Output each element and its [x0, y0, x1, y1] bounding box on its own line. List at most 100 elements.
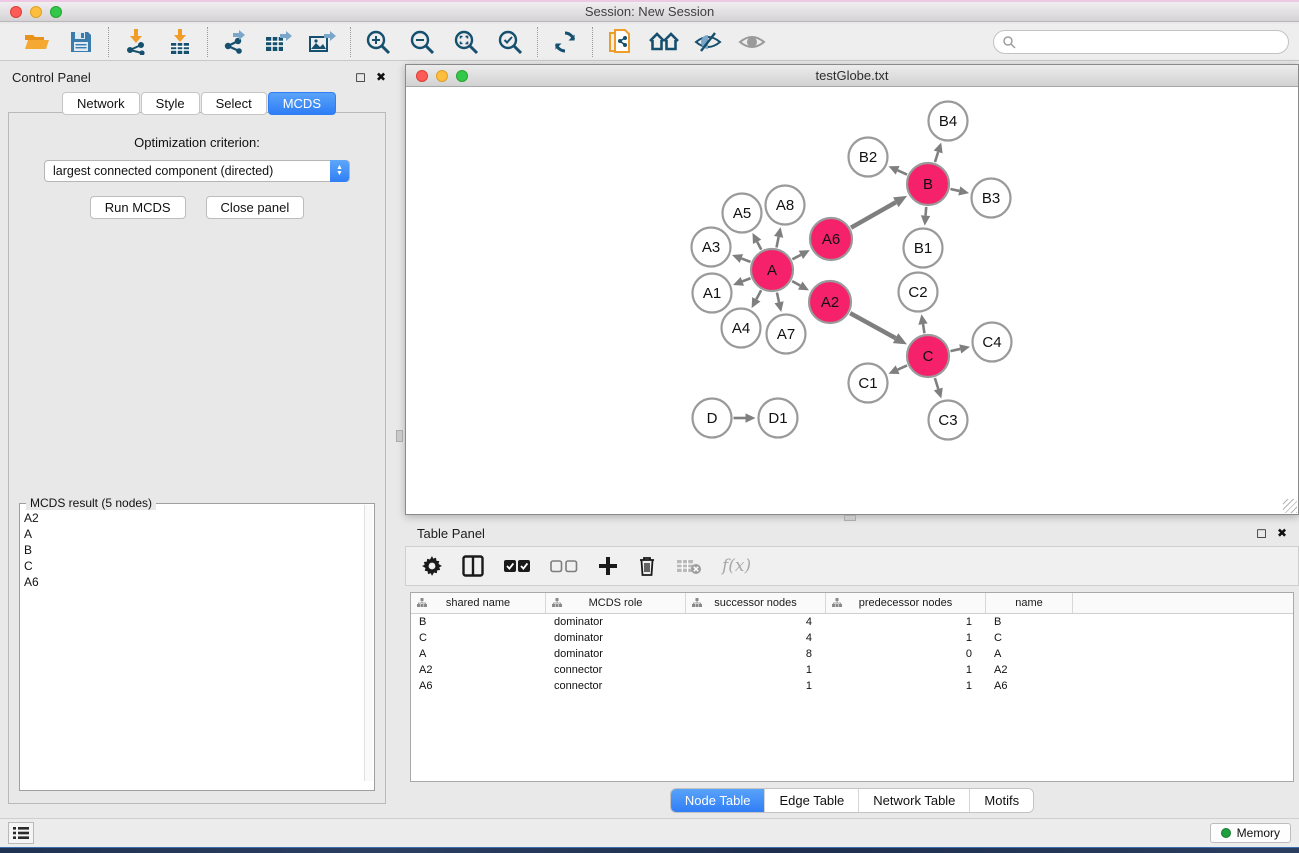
columns-icon[interactable]: [462, 551, 484, 581]
edge-A-A4[interactable]: [756, 290, 761, 299]
zoom-fit-icon[interactable]: [451, 28, 481, 56]
cell-predecessor-nodes[interactable]: 1: [826, 664, 986, 676]
refresh-icon[interactable]: [550, 28, 580, 56]
zoom-window-button[interactable]: [50, 6, 62, 18]
zoom-selected-icon[interactable]: [495, 28, 525, 56]
cell-predecessor-nodes[interactable]: 1: [826, 680, 986, 692]
edge-A2-C[interactable]: [850, 313, 895, 338]
export-image-icon[interactable]: [308, 28, 338, 56]
column-header-MCDS-role[interactable]: MCDS role: [546, 593, 686, 613]
cell-successor-nodes[interactable]: 4: [686, 632, 826, 644]
cell-successor-nodes[interactable]: 1: [686, 680, 826, 692]
zoom-out-icon[interactable]: [407, 28, 437, 56]
column-header-predecessor-nodes[interactable]: predecessor nodes: [826, 593, 986, 613]
table-row[interactable]: A6connector11A6: [411, 678, 1293, 694]
clone-network-icon[interactable]: [605, 28, 635, 56]
edge-A-A8[interactable]: [777, 237, 779, 248]
edge-A-A6[interactable]: [792, 255, 801, 259]
table-close-panel-icon[interactable]: ✖: [1277, 526, 1287, 540]
export-table-icon[interactable]: [264, 28, 294, 56]
export-network-icon[interactable]: [220, 28, 250, 56]
edge-C-C4[interactable]: [950, 349, 960, 351]
edge-B-B1[interactable]: [926, 207, 927, 216]
save-icon[interactable]: [66, 28, 96, 56]
network-close-button[interactable]: [416, 70, 428, 82]
edge-A6-B[interactable]: [851, 202, 896, 227]
cell-successor-nodes[interactable]: 8: [686, 648, 826, 660]
edge-A-A7[interactable]: [777, 292, 779, 302]
cell-shared-name[interactable]: A2: [411, 664, 546, 676]
tab-network-table[interactable]: Network Table: [859, 789, 970, 812]
task-history-button[interactable]: [8, 822, 34, 844]
edge-C-C3[interactable]: [935, 378, 938, 389]
edge-A-A1[interactable]: [742, 278, 750, 281]
column-header-shared-name[interactable]: shared name: [411, 593, 546, 613]
tab-network[interactable]: Network: [62, 92, 140, 115]
search-input[interactable]: [1016, 35, 1288, 49]
float-panel-icon[interactable]: ◻: [355, 69, 366, 85]
search-field[interactable]: [993, 30, 1289, 54]
network-window-titlebar[interactable]: testGlobe.txt: [406, 65, 1298, 87]
mcds-result-item[interactable]: A2: [24, 510, 372, 526]
criterion-select[interactable]: largest connected component (directed) ▲…: [44, 160, 350, 182]
column-header-successor-nodes[interactable]: successor nodes: [686, 593, 826, 613]
table-row[interactable]: A2connector11A2: [411, 662, 1293, 678]
tab-motifs[interactable]: Motifs: [970, 789, 1033, 812]
network-canvas[interactable]: B4B2BB3A8A5A6A3B1AC2A1A2A4A7C4CC1C3DD1: [406, 87, 1298, 514]
result-scrollbar[interactable]: [364, 505, 373, 781]
network-graph[interactable]: B4B2BB3A8A5A6A3B1AC2A1A2A4A7C4CC1C3DD1: [406, 87, 1298, 514]
close-panel-icon[interactable]: ✖: [376, 70, 386, 84]
cell-name[interactable]: A6: [986, 680, 1073, 692]
edge-B-B2[interactable]: [898, 170, 907, 174]
mcds-result-item[interactable]: A: [24, 526, 372, 542]
mcds-result-item[interactable]: A6: [24, 574, 372, 590]
edge-A-A2[interactable]: [792, 281, 800, 285]
tab-edge-table[interactable]: Edge Table: [765, 789, 859, 812]
table-row[interactable]: Adominator80A: [411, 646, 1293, 662]
column-header-name[interactable]: name: [986, 593, 1073, 613]
cell-predecessor-nodes[interactable]: 1: [826, 616, 986, 628]
tab-mcds[interactable]: MCDS: [268, 92, 336, 115]
network-zoom-button[interactable]: [456, 70, 468, 82]
cell-shared-name[interactable]: A: [411, 648, 546, 660]
table-row[interactable]: Cdominator41C: [411, 630, 1293, 646]
minimize-window-button[interactable]: [30, 6, 42, 18]
cell-name[interactable]: C: [986, 632, 1073, 644]
hide-details-icon[interactable]: [693, 28, 723, 56]
cell-successor-nodes[interactable]: 4: [686, 616, 826, 628]
cell-name[interactable]: A2: [986, 664, 1073, 676]
deselect-checkboxes-icon[interactable]: [550, 551, 578, 581]
edge-B-B3[interactable]: [950, 189, 959, 191]
home-icon[interactable]: [649, 28, 679, 56]
mcds-result-item[interactable]: C: [24, 558, 372, 574]
node-table[interactable]: shared nameMCDS rolesuccessor nodesprede…: [410, 592, 1294, 782]
table-float-panel-icon[interactable]: ◻: [1256, 525, 1267, 541]
delete-table-icon[interactable]: [676, 551, 702, 581]
edge-A-A3[interactable]: [741, 258, 750, 261]
edge-B-B4[interactable]: [935, 152, 938, 162]
cell-name[interactable]: B: [986, 616, 1073, 628]
tab-select[interactable]: Select: [201, 92, 267, 115]
resize-grip-icon[interactable]: [1283, 499, 1297, 513]
cell-predecessor-nodes[interactable]: 0: [826, 648, 986, 660]
function-builder-icon[interactable]: f(x): [722, 556, 751, 576]
cell-MCDS-role[interactable]: dominator: [546, 616, 686, 628]
cell-shared-name[interactable]: C: [411, 632, 546, 644]
tab-node-table[interactable]: Node Table: [671, 789, 766, 812]
cell-shared-name[interactable]: A6: [411, 680, 546, 692]
table-row[interactable]: Bdominator41B: [411, 614, 1293, 630]
cell-MCDS-role[interactable]: connector: [546, 680, 686, 692]
edge-C-C2[interactable]: [923, 324, 924, 333]
tab-style[interactable]: Style: [141, 92, 200, 115]
cell-name[interactable]: A: [986, 648, 1073, 660]
import-network-icon[interactable]: [121, 28, 151, 56]
settings-gear-icon[interactable]: [422, 551, 442, 581]
edge-C-C1[interactable]: [898, 365, 907, 369]
cell-predecessor-nodes[interactable]: 1: [826, 632, 986, 644]
close-window-button[interactable]: [10, 6, 22, 18]
cell-MCDS-role[interactable]: dominator: [546, 648, 686, 660]
import-table-icon[interactable]: [165, 28, 195, 56]
memory-button[interactable]: Memory: [1210, 823, 1291, 843]
cell-MCDS-role[interactable]: dominator: [546, 632, 686, 644]
select-all-checkboxes-icon[interactable]: [504, 551, 530, 581]
